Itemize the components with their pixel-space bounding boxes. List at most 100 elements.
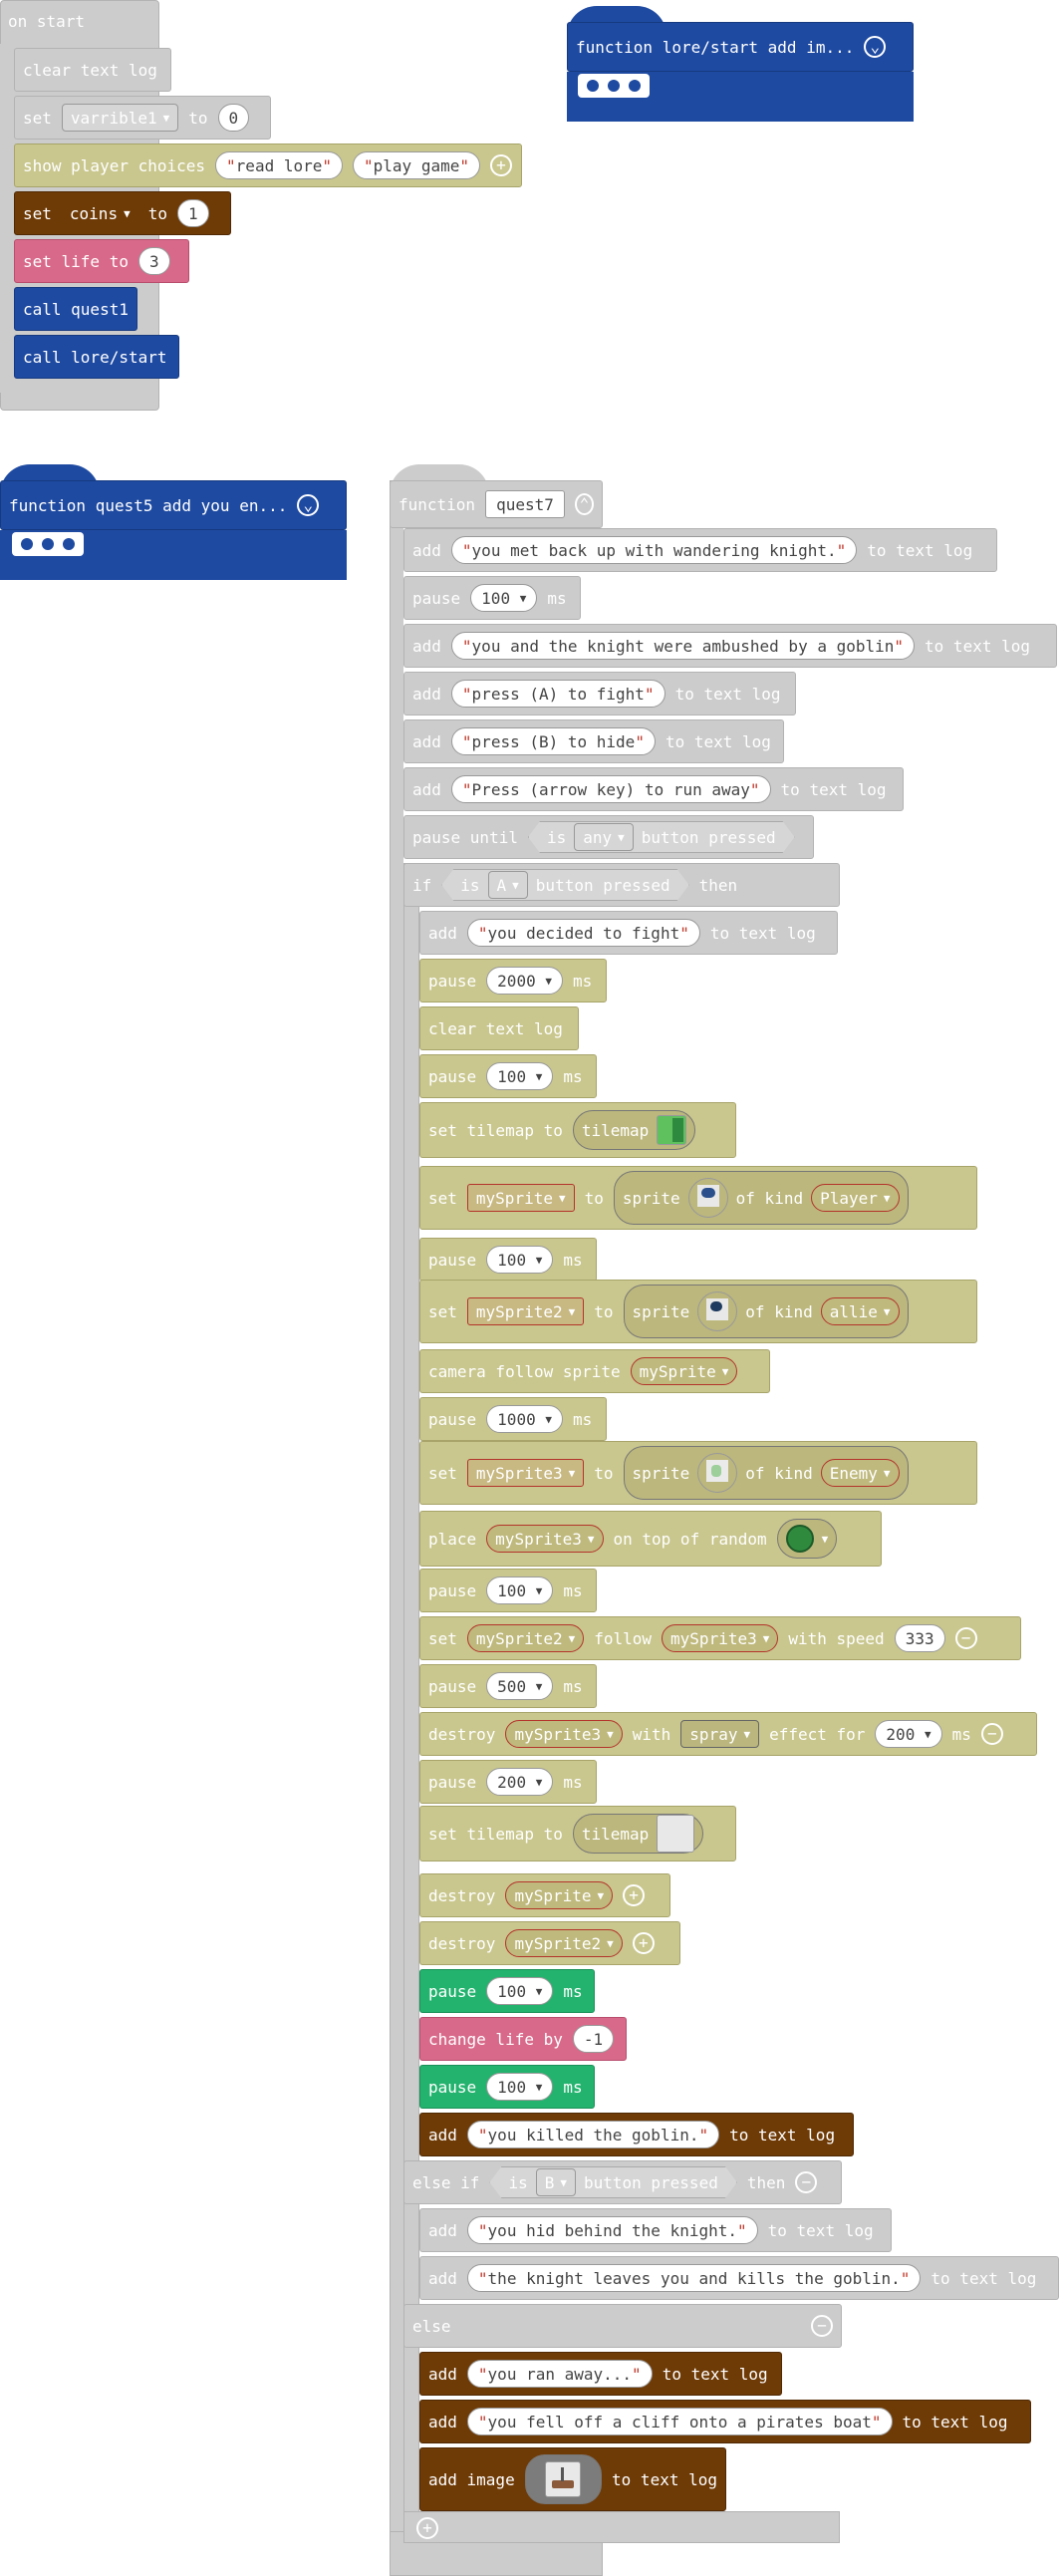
variable-dropdown[interactable]: mySprite ▼ xyxy=(505,1881,614,1909)
button-pressed-condition[interactable]: is A ▼ button pressed xyxy=(441,869,688,901)
plus-icon[interactable]: + xyxy=(623,1884,646,1906)
collapse-icon[interactable]: ⌄ xyxy=(864,36,887,58)
add-text-log-block[interactable]: add " you decided to fight " to text log xyxy=(419,911,838,955)
change-life-input[interactable]: -1 xyxy=(572,2025,615,2053)
button-dropdown[interactable]: any ▼ xyxy=(574,823,634,851)
destroy-block[interactable]: destroy mySprite2 ▼ + xyxy=(419,1921,680,1965)
place-on-random-block[interactable]: place mySprite3 ▼ on top of random ▼ xyxy=(419,1511,882,1567)
call-quest1-block[interactable]: call quest1 xyxy=(14,287,137,331)
set-life-block[interactable]: set life to 3 xyxy=(14,239,189,283)
add-text-log-block[interactable]: add " press (B) to hide " to text log xyxy=(403,719,784,763)
destroy-with-effect-block[interactable]: destroy mySprite3 ▼ with spray ▼ effect fo… xyxy=(419,1712,1037,1756)
effect-dropdown[interactable]: spray ▼ xyxy=(680,1720,760,1748)
set-tilemap-block[interactable]: set tilemap to tilemap xyxy=(419,1102,736,1158)
function-name-input[interactable]: quest7 xyxy=(485,490,565,518)
choice-input-1[interactable]: " read lore " xyxy=(215,151,344,179)
kind-dropdown[interactable]: Enemy ▼ xyxy=(820,1459,900,1487)
text-input[interactable]: " the knight leaves you and kills the gob… xyxy=(466,2264,922,2292)
if-add-branch[interactable]: + xyxy=(416,2517,438,2539)
pause-dropdown[interactable]: 100 ▼ xyxy=(486,1246,554,1274)
button-dropdown[interactable]: A ▼ xyxy=(488,871,528,899)
else-if-header[interactable]: else if is B ▼ button pressed then − xyxy=(403,2160,842,2204)
text-input[interactable]: " you decided to fight " xyxy=(466,919,700,947)
function-quest7-header[interactable]: function quest7 ⌃ xyxy=(390,480,603,528)
minus-icon[interactable]: − xyxy=(795,2171,818,2193)
pause-block[interactable]: pause 100 ▼ ms xyxy=(419,1569,597,1612)
add-text-log-block[interactable]: add " you and the knight were ambushed by… xyxy=(403,624,1057,668)
kind-dropdown[interactable]: Player ▼ xyxy=(811,1184,900,1212)
function-quest5-header[interactable]: function quest5 add you en... ⌄ xyxy=(0,480,347,530)
button-pressed-condition[interactable]: is any ▼ button pressed xyxy=(528,821,795,853)
set-sprite-block[interactable]: set mySprite ▼ to sprite of kind Player ▼ xyxy=(419,1166,977,1230)
variable-dropdown[interactable]: mySprite2 ▼ xyxy=(505,1929,623,1957)
variable-dropdown[interactable]: mySprite2 ▼ xyxy=(466,1297,585,1325)
number-input[interactable]: 0 xyxy=(217,104,250,132)
text-input[interactable]: " you killed the goblin. " xyxy=(466,2121,720,2148)
coins-dropdown[interactable]: coins ▼ xyxy=(61,199,138,227)
variable-dropdown[interactable]: mySprite ▼ xyxy=(466,1184,575,1212)
set-coins-block[interactable]: set coins ▼ to 1 xyxy=(14,191,231,235)
set-sprite-block[interactable]: set mySprite2 ▼ to sprite of kind allie ▼ xyxy=(419,1280,977,1343)
effect-duration-dropdown[interactable]: 200 ▼ xyxy=(875,1720,942,1748)
variable-dropdown[interactable]: varrible1 ▼ xyxy=(61,104,179,132)
tilemap-picker[interactable]: tilemap xyxy=(572,1110,696,1150)
pause-block[interactable]: pause 100 ▼ ms xyxy=(419,1238,597,1282)
button-dropdown[interactable]: B ▼ xyxy=(536,2168,576,2196)
text-input[interactable]: " you and the knight were ambushed by a g… xyxy=(450,632,916,660)
add-text-log-block[interactable]: add " you ran away... " to text log xyxy=(419,2352,782,2396)
pause-dropdown[interactable]: 100 ▼ xyxy=(486,1977,554,2005)
coins-value-input[interactable]: 1 xyxy=(176,199,209,227)
plus-icon[interactable]: + xyxy=(416,2517,438,2539)
add-text-log-block[interactable]: add " Press (arrow key) to run away " to t… xyxy=(403,767,904,811)
change-life-block[interactable]: change life by -1 xyxy=(419,2017,627,2061)
set-tilemap-block[interactable]: set tilemap to tilemap xyxy=(419,1806,736,1861)
camera-follow-block[interactable]: camera follow sprite mySprite ▼ xyxy=(419,1349,770,1393)
if-header[interactable]: if is A ▼ button pressed then xyxy=(403,863,840,907)
set-variable-block[interactable]: set varrible1 ▼ to 0 xyxy=(14,96,271,140)
speed-input[interactable]: 333 xyxy=(894,1624,945,1652)
minus-icon[interactable]: − xyxy=(811,2315,833,2337)
collapse-icon[interactable]: ⌃ xyxy=(574,493,594,515)
pause-until-block[interactable]: pause until is any ▼ button pressed xyxy=(403,815,814,859)
pause-dropdown[interactable]: 100 ▼ xyxy=(470,584,538,612)
image-picker[interactable] xyxy=(524,2454,603,2504)
function-lore-start-header[interactable]: function lore/start add im... ⌄ xyxy=(567,22,914,72)
pause-dropdown[interactable]: 200 ▼ xyxy=(486,1768,554,1796)
pause-block[interactable]: pause 2000 ▼ ms xyxy=(419,959,607,1002)
add-text-log-block[interactable]: add " press (A) to fight " to text log xyxy=(403,672,796,716)
sprite-create-block[interactable]: sprite of kind Enemy ▼ xyxy=(623,1446,909,1500)
collapse-icon[interactable]: ⌄ xyxy=(297,494,320,516)
pause-dropdown[interactable]: 100 ▼ xyxy=(486,1576,554,1604)
text-input[interactable]: " you fell off a cliff onto a pirates boa… xyxy=(466,2408,893,2435)
pause-block[interactable]: pause 200 ▼ ms xyxy=(419,1760,597,1804)
tile-picker[interactable]: ▼ xyxy=(776,1519,838,1559)
add-text-log-block[interactable]: add " you killed the goblin. " to text log xyxy=(419,2113,854,2156)
destroy-block[interactable]: destroy mySprite ▼ + xyxy=(419,1873,670,1917)
text-input[interactable]: " you hid behind the knight. " xyxy=(466,2216,758,2244)
pause-dropdown[interactable]: 100 ▼ xyxy=(486,2073,554,2101)
life-value-input[interactable]: 3 xyxy=(137,247,170,275)
text-input[interactable]: " you met back up with wandering knight. " xyxy=(450,536,858,564)
pause-block[interactable]: pause 1000 ▼ ms xyxy=(419,1397,607,1441)
clear-text-log-block[interactable]: clear text log xyxy=(419,1006,579,1050)
text-input[interactable]: " press (B) to hide " xyxy=(450,727,656,755)
variable-dropdown[interactable]: mySprite3 ▼ xyxy=(486,1525,604,1553)
pause-dropdown[interactable]: 500 ▼ xyxy=(486,1672,554,1700)
else-header[interactable]: else − xyxy=(403,2304,842,2348)
add-text-log-block[interactable]: add " you hid behind the knight. " to text… xyxy=(419,2208,892,2252)
sprite-create-block[interactable]: sprite of kind allie ▼ xyxy=(623,1285,909,1338)
pause-dropdown[interactable]: 100 ▼ xyxy=(486,1062,554,1090)
add-text-log-block[interactable]: add " the knight leaves you and kills the… xyxy=(419,2256,1059,2300)
variable-dropdown[interactable]: mySprite3 ▼ xyxy=(662,1624,779,1652)
minus-icon[interactable]: − xyxy=(980,1723,1003,1745)
plus-icon[interactable]: + xyxy=(632,1932,655,1954)
call-lore-start-block[interactable]: call lore/start xyxy=(14,335,179,379)
pause-block[interactable]: pause 100 ▼ ms xyxy=(419,1054,597,1098)
collapsed-ellipsis[interactable] xyxy=(578,74,650,98)
pause-block[interactable]: pause 500 ▼ ms xyxy=(419,1664,597,1708)
player-sprite-thumbnail-icon[interactable] xyxy=(687,1178,728,1218)
pause-dropdown[interactable]: 2000 ▼ xyxy=(486,967,563,995)
variable-dropdown[interactable]: mySprite2 ▼ xyxy=(466,1624,585,1652)
add-text-log-block[interactable]: add " you met back up with wandering knig… xyxy=(403,528,997,572)
choice-input-2[interactable]: " play game " xyxy=(353,151,480,179)
